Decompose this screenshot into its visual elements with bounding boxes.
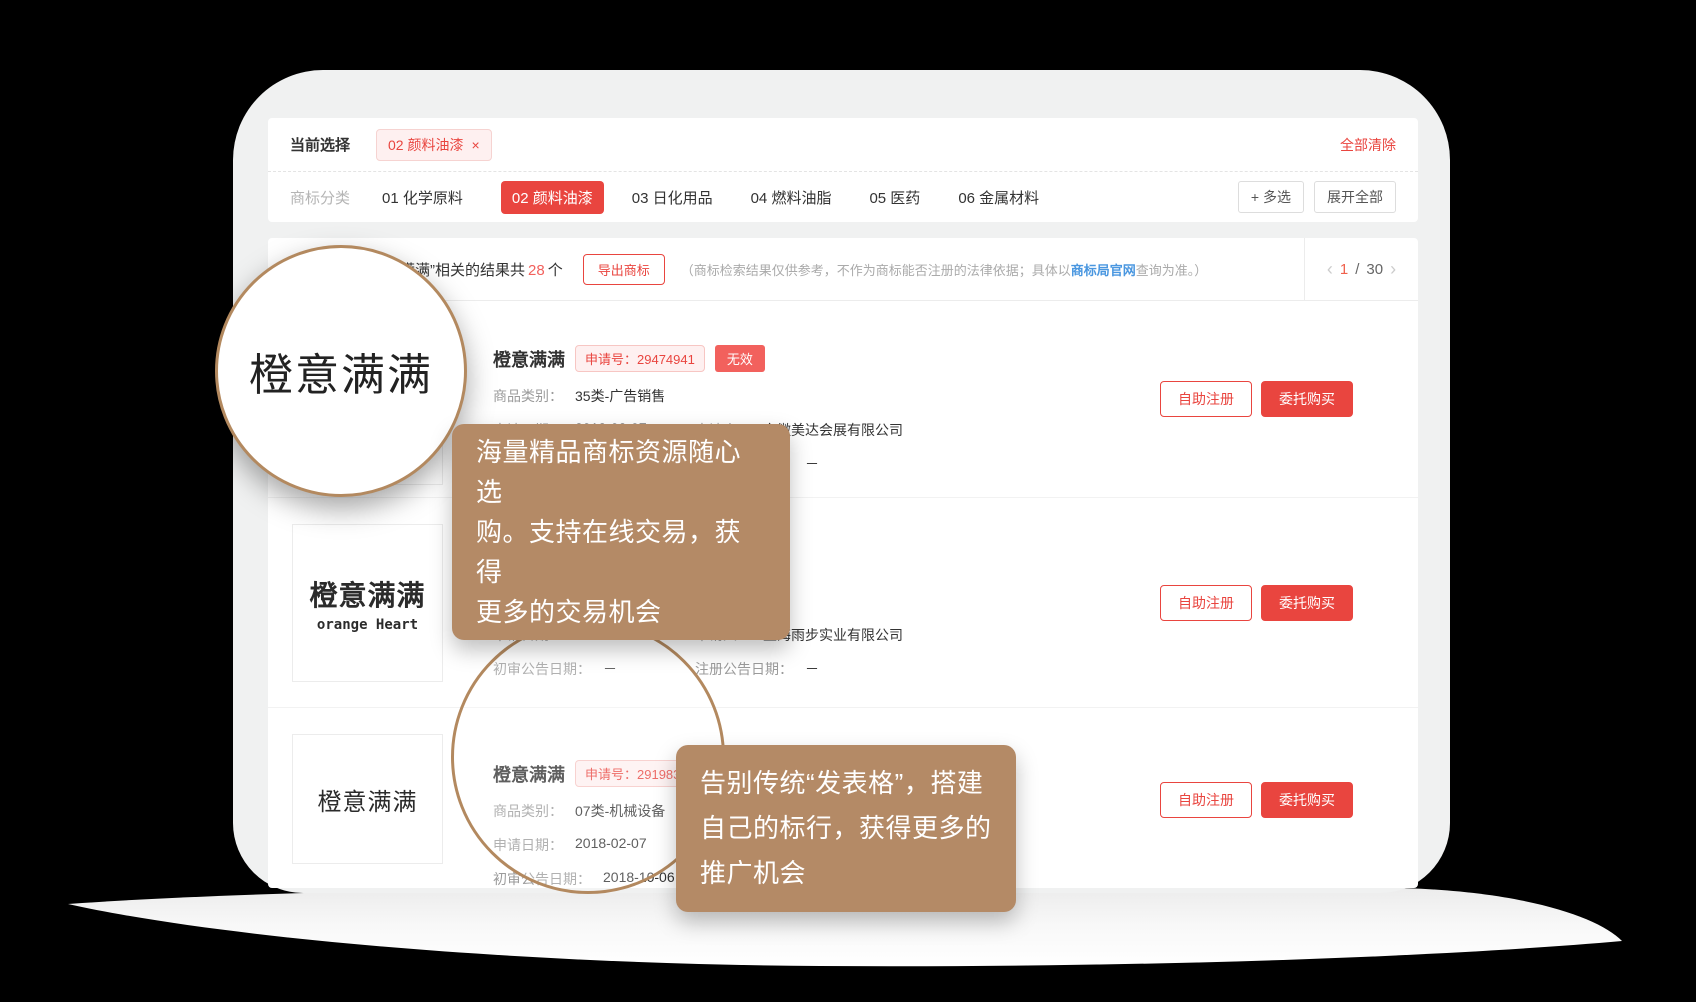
category-field-value: 35类-广告销售 (575, 386, 665, 406)
category-label: 商标分类 (290, 187, 350, 208)
self-register-button[interactable]: 自助注册 (1160, 782, 1252, 818)
reg-pub-value: － (805, 659, 819, 679)
results-header: 为您检索到“橙意满满”相关的结果共28个 导出商标 （商标检索结果仅供参考，不作… (268, 238, 1418, 301)
entrust-buy-button[interactable]: 委托购买 (1261, 782, 1353, 818)
disclaimer-post: 查询为准。） (1136, 263, 1208, 278)
disclaimer-pre: （商标检索结果仅供参考，不作为商标能否注册的法律依据；具体以 (681, 263, 1071, 278)
summary-suffix: 个 (548, 262, 563, 279)
clear-all-button[interactable]: 全部清除 (1340, 135, 1396, 155)
application-number-tag: 申请号：29474941 (575, 345, 705, 372)
row-actions: 自助注册 委托购买 (1160, 585, 1353, 621)
self-register-button[interactable]: 自助注册 (1160, 381, 1252, 417)
tooltip-line: 告别传统“发表格”，搭建 (700, 761, 992, 806)
current-page: 1 (1340, 261, 1348, 278)
reg-pub-value: － (805, 454, 819, 474)
multi-select-button[interactable]: + 多选 (1238, 181, 1304, 213)
selected-filter-tag-text: 02 颜料油漆 (388, 135, 463, 155)
status-badge: 无效 (715, 345, 765, 372)
row-actions: 自助注册 委托购买 (1160, 381, 1353, 417)
self-register-button[interactable]: 自助注册 (1160, 585, 1252, 621)
category-tab-01[interactable]: 01 化学原料 (382, 187, 463, 208)
thumbnail-subtext: orange Heart (317, 617, 418, 633)
pagination: ‹ 1 / 30 › (1304, 238, 1418, 300)
category-tab-05[interactable]: 05 医药 (869, 187, 920, 208)
marketing-stage: 当前选择 02 颜料油漆 × 全部清除 商标分类 01 化学原料 02 颜料油漆… (0, 0, 1696, 1002)
filter-panel: 当前选择 02 颜料油漆 × 全部清除 商标分类 01 化学原料 02 颜料油漆… (268, 118, 1418, 222)
trademark-office-link[interactable]: 商标局官网 (1071, 263, 1136, 278)
selected-filter-tag[interactable]: 02 颜料油漆 × (376, 129, 492, 161)
close-icon[interactable]: × (471, 137, 479, 153)
expand-all-button[interactable]: 展开全部 (1314, 181, 1396, 213)
disclaimer: （商标检索结果仅供参考，不作为商标能否注册的法律依据；具体以商标局官网查询为准。… (681, 260, 1208, 279)
export-trademark-button[interactable]: 导出商标 (583, 254, 665, 285)
entrust-buy-button[interactable]: 委托购买 (1261, 585, 1353, 621)
trademark-thumbnail: 橙意满满 (292, 734, 443, 864)
trademark-thumbnail: 橙意满满 orange Heart (292, 524, 443, 682)
category-row: 商标分类 01 化学原料 02 颜料油漆 03 日化用品 04 燃料油脂 05 … (268, 172, 1418, 222)
thumbnail-text: 橙意满满 (318, 782, 418, 817)
page-separator: / (1355, 261, 1359, 278)
current-selection-label: 当前选择 (290, 134, 350, 155)
category-field-label: 商品类别： (493, 386, 563, 406)
tooltip-line: 更多的交易机会 (476, 592, 766, 632)
magnified-trademark-text: 橙意满满 (249, 339, 433, 403)
thumbnail-text: 橙意满满 (309, 574, 425, 614)
entrust-buy-button[interactable]: 委托购买 (1261, 381, 1353, 417)
category-tab-03[interactable]: 03 日化用品 (632, 187, 713, 208)
tooltip-trademark-resources: 海量精品商标资源随心选 购。支持在线交易，获得 更多的交易机会 (452, 424, 790, 640)
tooltip-line: 海量精品商标资源随心选 (476, 432, 766, 512)
tooltip-promotion: 告别传统“发表格”，搭建 自己的标行，获得更多的 推广机会 (676, 745, 1016, 912)
result-count: 28 (528, 262, 545, 279)
next-page-icon[interactable]: › (1390, 259, 1396, 280)
category-actions: + 多选 展开全部 (1238, 181, 1396, 213)
magnifier-circle-trademark: 橙意满满 (215, 245, 467, 497)
category-tab-02-active[interactable]: 02 颜料油漆 (501, 181, 604, 214)
prev-page-icon[interactable]: ‹ (1327, 259, 1333, 280)
trademark-name: 橙意满满 (493, 346, 565, 372)
total-pages: 30 (1366, 261, 1383, 278)
tooltip-line: 购。支持在线交易，获得 (476, 512, 766, 592)
row-actions: 自助注册 委托购买 (1160, 782, 1353, 818)
tooltip-line: 自己的标行，获得更多的 (700, 806, 992, 851)
category-tab-04[interactable]: 04 燃料油脂 (751, 187, 832, 208)
current-selection-row: 当前选择 02 颜料油漆 × 全部清除 (268, 118, 1418, 172)
result-row: 橙意满满 orange Heart 橙意满满 申请号：29482153 已注册 … (268, 498, 1418, 708)
tooltip-line: 推广机会 (700, 851, 992, 896)
reg-pub-label: 注册公告日期： (695, 659, 793, 679)
category-tab-06[interactable]: 06 金属材料 (958, 187, 1039, 208)
